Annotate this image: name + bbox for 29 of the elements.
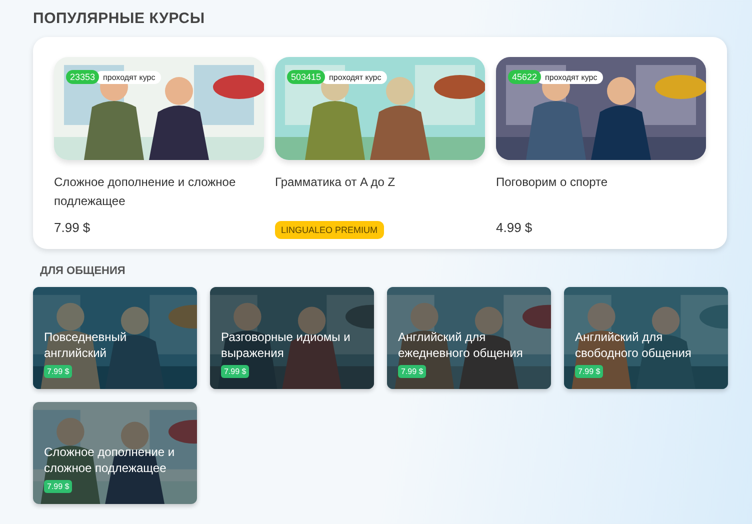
section-heading: ПОПУЛЯРНЫЕ КУРСЫ <box>33 10 206 27</box>
course-title[interactable]: Поговорим о спорте <box>496 173 706 211</box>
course-title: Английский для свободного общения <box>575 329 692 361</box>
price-badge: 7.99 $ <box>44 365 72 378</box>
price-badge: 7.99 $ <box>221 365 250 378</box>
learner-count: 45622 <box>508 70 542 84</box>
section-heading: ДЛЯ ОБЩЕНИЯ <box>40 265 126 277</box>
price-badge: 7.99 $ <box>575 365 604 378</box>
course-price: 4.99 $ <box>496 220 532 234</box>
learner-count: 23353 <box>66 70 100 84</box>
course-title[interactable]: Сложное дополнение и сложное подлежащее <box>54 173 264 211</box>
course-title: Повседневный английский <box>44 329 128 361</box>
course-title: Английский для ежедневного общения <box>398 329 524 361</box>
course-thumbnail[interactable]: 45622 проходят курс <box>496 57 706 160</box>
price-badge: 7.99 $ <box>398 365 426 378</box>
course-thumbnail[interactable]: 23353 проходят курс <box>54 57 264 160</box>
course-card[interactable]: Английский для ежедневного общения 7.99 $ <box>387 287 551 389</box>
course-title: Сложное дополнение и сложное подлежащее <box>44 444 176 476</box>
course-price: 7.99 $ <box>54 220 90 234</box>
course-card[interactable]: Английский для свободного общения 7.99 $ <box>564 287 728 389</box>
course-title[interactable]: Грамматика от A до Z <box>275 173 485 211</box>
price-badge: 7.99 $ <box>44 480 72 493</box>
course-card[interactable]: Сложное дополнение и сложное подлежащее 7.99 $ <box>33 402 197 504</box>
course-title: Разговорные идиомы и выражения <box>221 329 352 361</box>
course-card[interactable]: Разговорные идиомы и выражения 7.99 $ <box>210 287 374 389</box>
course-card[interactable]: Повседневный английский 7.99 $ <box>33 287 197 389</box>
premium-badge: LINGUALEO PREMIUM <box>275 221 384 239</box>
course-thumbnail[interactable]: 503415 проходят курс <box>275 57 485 160</box>
learner-count: 503415 <box>287 70 326 84</box>
